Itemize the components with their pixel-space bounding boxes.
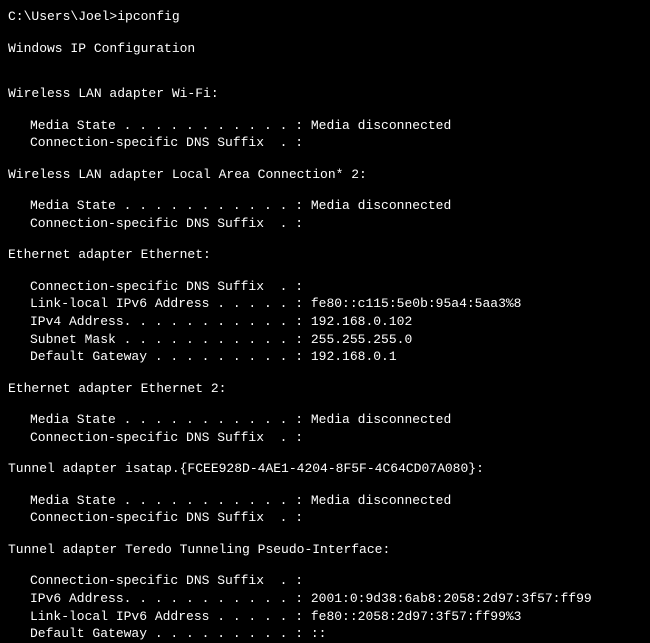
adapter-title: Tunnel adapter isatap.{FCEE928D-4AE1-420…: [8, 460, 642, 478]
adapter-title: Tunnel adapter Teredo Tunneling Pseudo-I…: [8, 541, 642, 559]
adapter-ethernet2: Ethernet adapter Ethernet 2: Media State…: [8, 380, 642, 447]
property-line: Media State . . . . . . . . . . . : Medi…: [8, 492, 642, 510]
property-line: Connection-specific DNS Suffix . :: [8, 429, 642, 447]
adapter-ethernet: Ethernet adapter Ethernet: Connection-sp…: [8, 246, 642, 365]
adapter-teredo: Tunnel adapter Teredo Tunneling Pseudo-I…: [8, 541, 642, 643]
property-line: Connection-specific DNS Suffix . :: [8, 215, 642, 233]
property-line: Connection-specific DNS Suffix . :: [8, 509, 642, 527]
adapter-lac2: Wireless LAN adapter Local Area Connecti…: [8, 166, 642, 233]
adapter-title: Ethernet adapter Ethernet:: [8, 246, 642, 264]
property-line: Media State . . . . . . . . . . . : Medi…: [8, 117, 642, 135]
adapter-isatap: Tunnel adapter isatap.{FCEE928D-4AE1-420…: [8, 460, 642, 527]
property-line: Default Gateway . . . . . . . . . : ::: [8, 625, 642, 643]
property-line: Connection-specific DNS Suffix . :: [8, 572, 642, 590]
property-line: IPv4 Address. . . . . . . . . . . : 192.…: [8, 313, 642, 331]
adapter-title: Wireless LAN adapter Local Area Connecti…: [8, 166, 642, 184]
property-line: Link-local IPv6 Address . . . . . : fe80…: [8, 295, 642, 313]
property-line: Media State . . . . . . . . . . . : Medi…: [8, 197, 642, 215]
property-line: Connection-specific DNS Suffix . :: [8, 134, 642, 152]
property-line: Link-local IPv6 Address . . . . . : fe80…: [8, 608, 642, 626]
command-prompt-line: C:\Users\Joel>ipconfig: [8, 8, 642, 26]
property-line: Media State . . . . . . . . . . . : Medi…: [8, 411, 642, 429]
property-line: Subnet Mask . . . . . . . . . . . : 255.…: [8, 331, 642, 349]
ipconfig-header: Windows IP Configuration: [8, 40, 642, 58]
adapter-title: Wireless LAN adapter Wi-Fi:: [8, 85, 642, 103]
property-line: Connection-specific DNS Suffix . :: [8, 278, 642, 296]
adapter-wifi: Wireless LAN adapter Wi-Fi: Media State …: [8, 85, 642, 152]
property-line: Default Gateway . . . . . . . . . : 192.…: [8, 348, 642, 366]
adapter-title: Ethernet adapter Ethernet 2:: [8, 380, 642, 398]
property-line: IPv6 Address. . . . . . . . . . . : 2001…: [8, 590, 642, 608]
